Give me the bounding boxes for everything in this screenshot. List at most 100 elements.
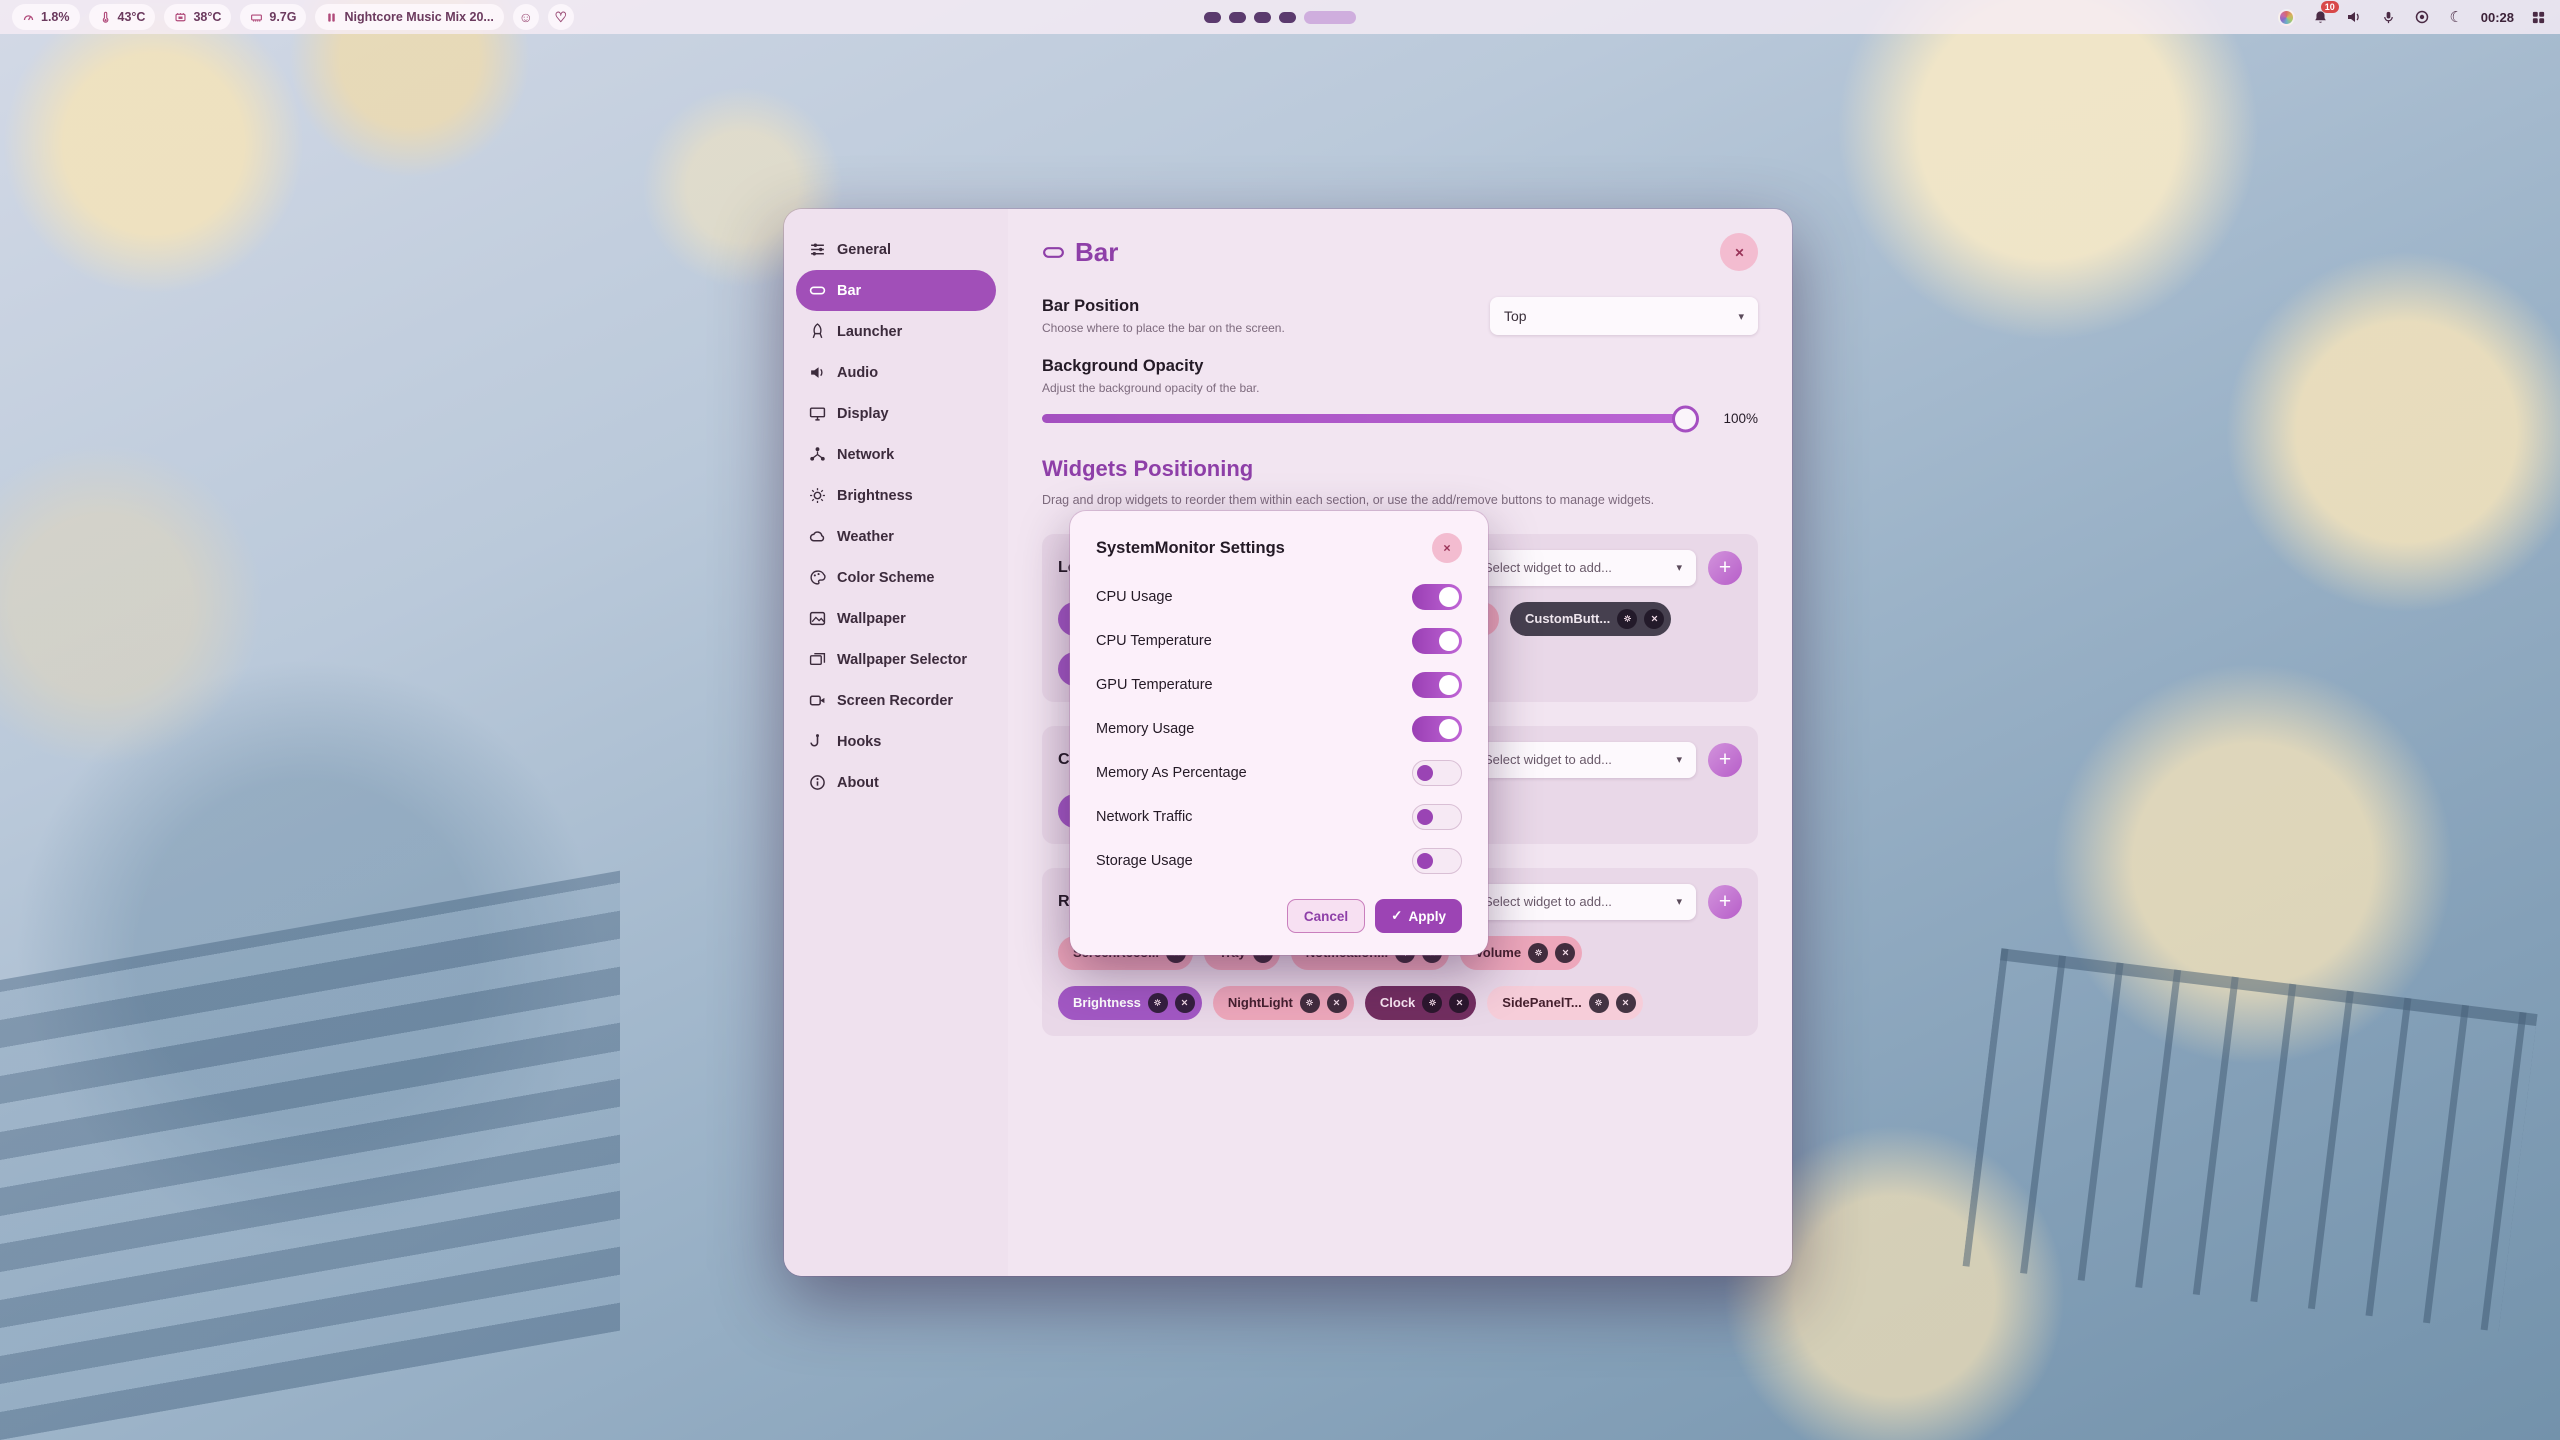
sidebar-item-display[interactable]: Display — [796, 393, 996, 434]
widget-chip-nightlight[interactable]: NightLight — [1213, 986, 1354, 1020]
sidebar-item-general[interactable]: General — [796, 229, 996, 270]
bar-position-value: Top — [1504, 308, 1527, 324]
apply-button[interactable]: ✓ Apply — [1375, 899, 1462, 933]
topbar-left: 1.8%43°C38°C9.7G Nightcore Music Mix 20.… — [12, 4, 574, 30]
workspace-pill-2[interactable] — [1229, 12, 1246, 23]
widget-chip-clock[interactable]: Clock — [1365, 986, 1476, 1020]
widget-remove-icon[interactable] — [1616, 993, 1636, 1013]
widget-remove-icon[interactable] — [1327, 993, 1347, 1013]
modal-close-button[interactable] — [1432, 533, 1462, 563]
add-widget-button[interactable]: + — [1708, 885, 1742, 919]
opacity-slider-knob[interactable] — [1672, 405, 1699, 432]
workspace-pill-3[interactable] — [1254, 12, 1271, 23]
stat-value: 9.7G — [269, 10, 296, 24]
quick-buttons: ☺♡ — [513, 4, 574, 30]
heart-icon[interactable]: ♡ — [548, 4, 574, 30]
toggle-memory-usage[interactable] — [1412, 716, 1462, 742]
toggle-label: CPU Temperature — [1096, 633, 1212, 649]
workspace-pill-4[interactable] — [1279, 12, 1296, 23]
memory-icon — [250, 11, 263, 24]
add-widget-button[interactable]: + — [1708, 551, 1742, 585]
sidebar-item-label: Wallpaper — [837, 611, 906, 627]
window-close-button[interactable] — [1720, 233, 1758, 271]
toggle-memory-as-percentage[interactable] — [1412, 760, 1462, 786]
sidebar-item-color-scheme[interactable]: Color Scheme — [796, 557, 996, 598]
recorder-icon — [809, 692, 826, 709]
widget-settings-icon[interactable] — [1589, 993, 1609, 1013]
toggle-cpu-usage[interactable] — [1412, 584, 1462, 610]
bar-position-description: Choose where to place the bar on the scr… — [1042, 321, 1285, 335]
toggle-row-cpu-temperature: CPU Temperature — [1096, 619, 1462, 663]
widget-remove-icon[interactable] — [1644, 609, 1664, 629]
cancel-button[interactable]: Cancel — [1287, 899, 1365, 933]
notifications-bell-icon[interactable]: 10 — [2311, 8, 2330, 27]
sidebar-item-wallpaper[interactable]: Wallpaper — [796, 598, 996, 639]
system-stats: 1.8%43°C38°C9.7G — [12, 4, 306, 30]
sidebar-item-wallpaper-selector[interactable]: Wallpaper Selector — [796, 639, 996, 680]
sidebar-item-about[interactable]: About — [796, 762, 996, 803]
bar-position-setting: Bar Position Choose where to place the b… — [1042, 297, 1758, 335]
widget-add-dropdown[interactable]: Select widget to add... ▾ — [1470, 884, 1696, 920]
toggle-row-memory-as-percentage: Memory As Percentage — [1096, 751, 1462, 795]
widget-settings-icon[interactable] — [1528, 943, 1548, 963]
gpu-chip-icon — [174, 11, 187, 24]
sidebar-item-audio[interactable]: Audio — [796, 352, 996, 393]
toggle-storage-usage[interactable] — [1412, 848, 1462, 874]
palette-icon — [809, 569, 826, 586]
opacity-value: 100% — [1710, 411, 1758, 426]
modal-title: SystemMonitor Settings — [1096, 539, 1285, 558]
page-title-wrap: Bar — [1042, 237, 1118, 268]
widget-settings-icon[interactable] — [1617, 609, 1637, 629]
brightness-icon — [809, 487, 826, 504]
media-player-widget[interactable]: Nightcore Music Mix 20... — [315, 4, 503, 30]
sidebar-item-label: Wallpaper Selector — [837, 652, 967, 668]
widget-chip-sidepanelt[interactable]: SidePanelT... — [1487, 986, 1642, 1020]
toggle-network-traffic[interactable] — [1412, 804, 1462, 830]
bar-position-dropdown[interactable]: Top ▾ — [1490, 297, 1758, 335]
sidebar-item-weather[interactable]: Weather — [796, 516, 996, 557]
systemmonitor-settings-modal: SystemMonitor Settings CPU Usage CPU Tem… — [1070, 511, 1488, 955]
sidebar-item-network[interactable]: Network — [796, 434, 996, 475]
sidebar-item-label: Audio — [837, 365, 878, 381]
toggle-gpu-temperature[interactable] — [1412, 672, 1462, 698]
volume-icon[interactable] — [2345, 8, 2364, 27]
widget-settings-icon[interactable] — [1300, 993, 1320, 1013]
opacity-slider[interactable] — [1042, 414, 1696, 423]
wallpaper-selector-icon — [809, 651, 826, 668]
toggle-cpu-temperature[interactable] — [1412, 628, 1462, 654]
widget-add-dropdown[interactable]: Select widget to add... ▾ — [1470, 742, 1696, 778]
notification-badge: 10 — [2321, 1, 2339, 14]
widget-settings-icon[interactable] — [1148, 993, 1168, 1013]
widget-chip-label: CustomButt... — [1525, 611, 1610, 626]
widget-chip-custombutt[interactable]: CustomButt... — [1510, 602, 1671, 636]
stat-pill-1-8: 1.8% — [12, 4, 80, 30]
pause-icon — [325, 11, 338, 24]
stat-pill-9-7g: 9.7G — [240, 4, 306, 30]
sidebar-item-bar[interactable]: Bar — [796, 270, 996, 311]
sidebar-item-label: General — [837, 242, 891, 258]
add-widget-button[interactable]: + — [1708, 743, 1742, 777]
widget-remove-icon[interactable] — [1449, 993, 1469, 1013]
microphone-icon[interactable] — [2379, 8, 2398, 27]
night-light-icon[interactable]: ☾ — [2447, 8, 2466, 27]
sidebar-item-launcher[interactable]: Launcher — [796, 311, 996, 352]
workspace-pill-1[interactable] — [1204, 12, 1221, 23]
apps-grid-icon[interactable] — [2529, 8, 2548, 27]
chevron-down-icon: ▾ — [1738, 310, 1744, 323]
screen-record-icon[interactable] — [2413, 8, 2432, 27]
widget-add-dropdown[interactable]: Select widget to add... ▾ — [1470, 550, 1696, 586]
weather-icon — [809, 528, 826, 545]
widget-settings-icon[interactable] — [1422, 993, 1442, 1013]
sidebar-item-hooks[interactable]: Hooks — [796, 721, 996, 762]
sidebar-item-brightness[interactable]: Brightness — [796, 475, 996, 516]
monitor-icon — [809, 405, 826, 422]
workspace-pill-5[interactable] — [1304, 11, 1356, 24]
sidebar-item-label: Hooks — [837, 734, 881, 750]
sidebar-item-screen-recorder[interactable]: Screen Recorder — [796, 680, 996, 721]
color-picker-icon[interactable] — [2277, 8, 2296, 27]
widget-remove-icon[interactable] — [1555, 943, 1575, 963]
widget-remove-icon[interactable] — [1175, 993, 1195, 1013]
widget-chip-brightness[interactable]: Brightness — [1058, 986, 1202, 1020]
emoji-icon[interactable]: ☺ — [513, 4, 539, 30]
stat-pill-43-c: 43°C — [89, 4, 156, 30]
